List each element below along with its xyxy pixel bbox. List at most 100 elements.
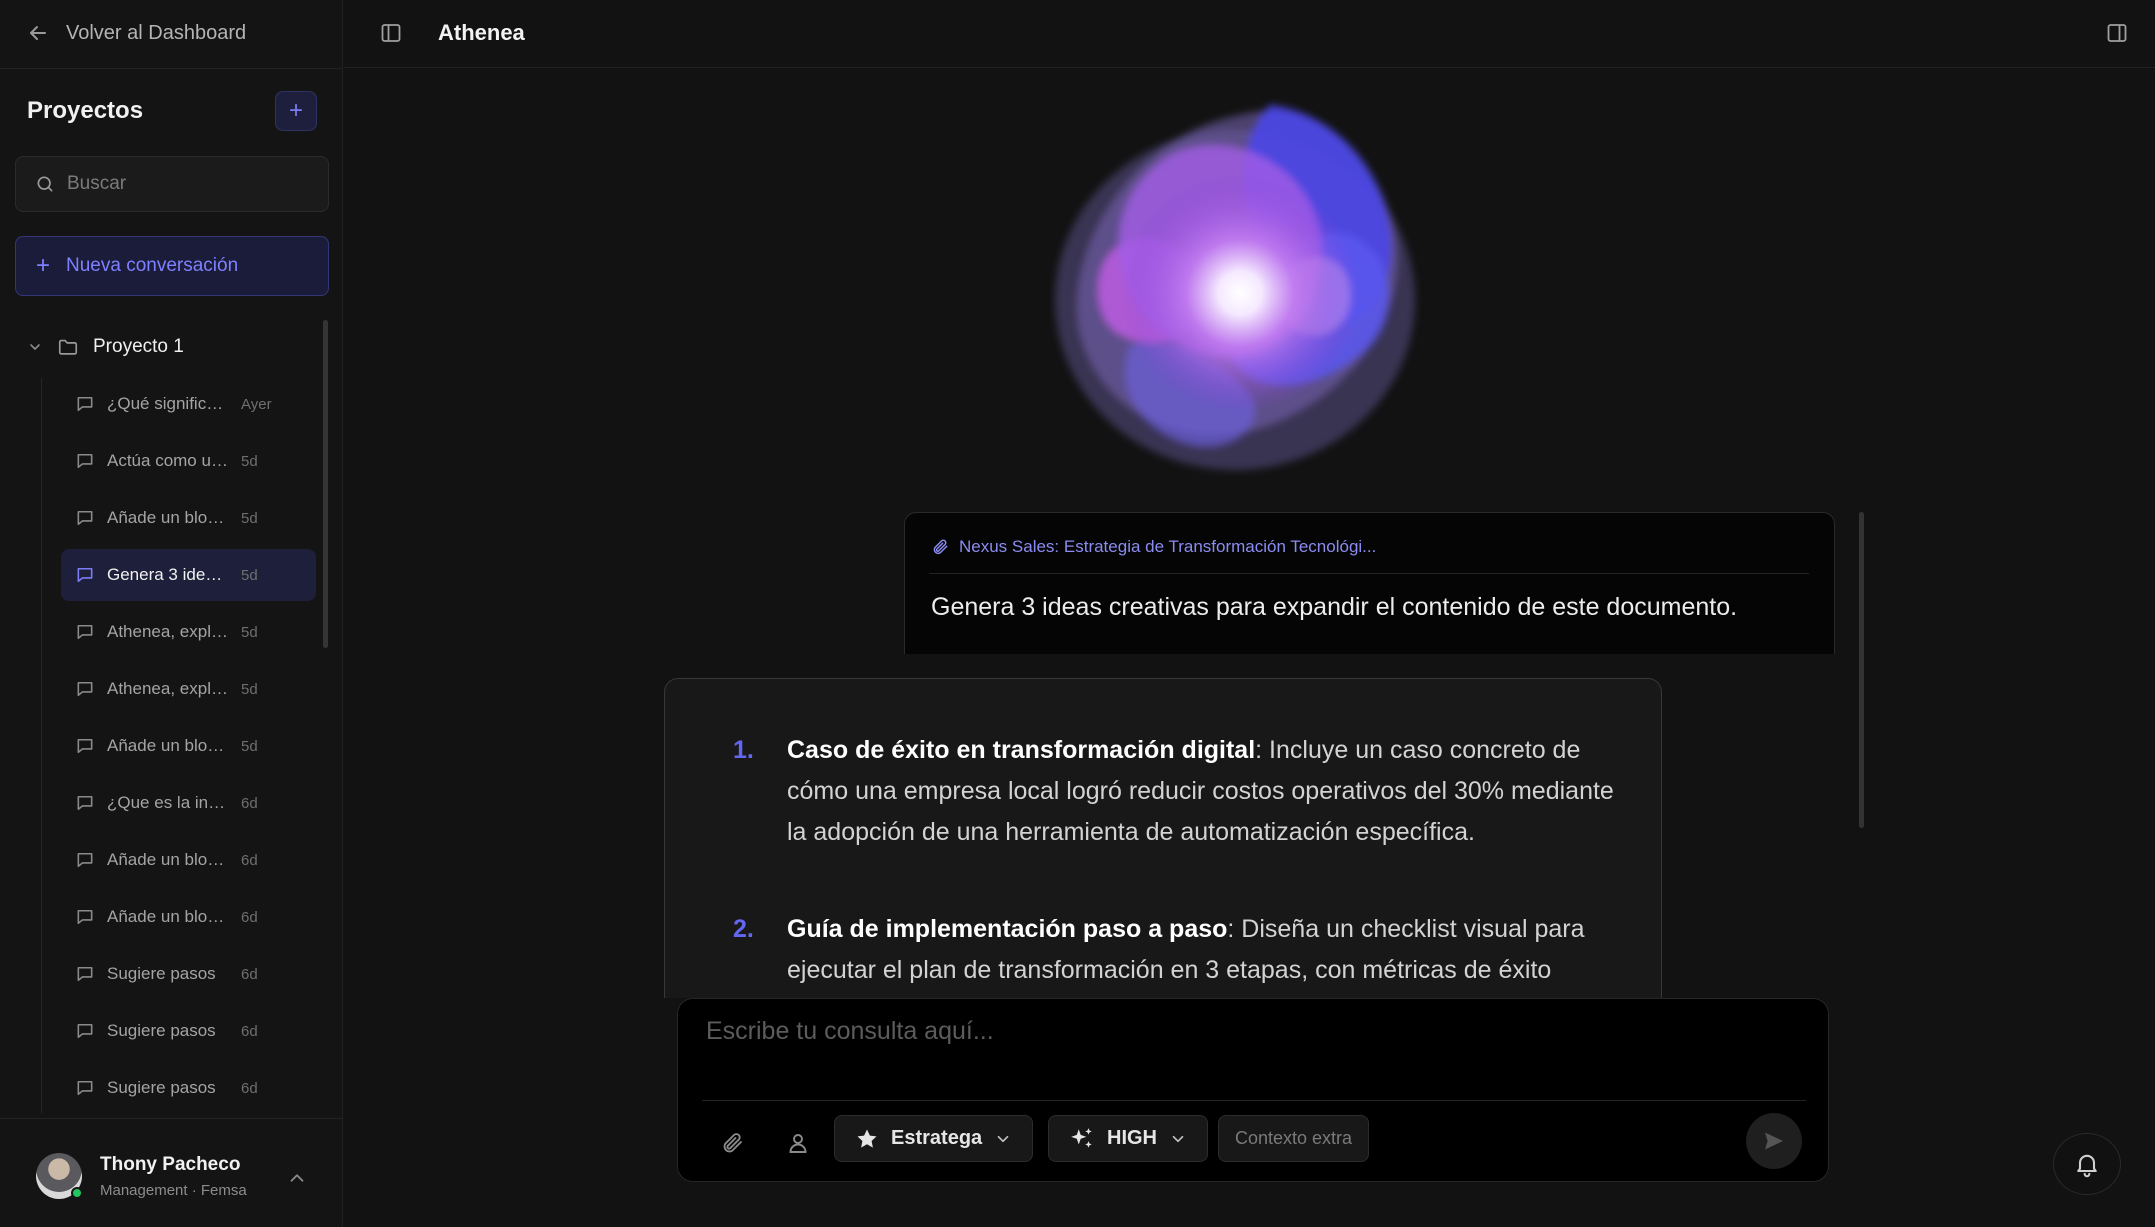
- conversation-title: Sugiere pasos: [107, 1078, 216, 1097]
- conversation-item[interactable]: Sugiere pasos 6d: [61, 1062, 316, 1113]
- divider: [929, 573, 1809, 574]
- chat-bubble-icon: [75, 1021, 95, 1041]
- right-panel-toggle-icon[interactable]: [2105, 21, 2129, 45]
- chat-bubble-icon: [75, 622, 95, 642]
- divider: [702, 1100, 1806, 1101]
- user-icon: [786, 1131, 810, 1155]
- user-message: Nexus Sales: Estrategia de Transformació…: [904, 512, 1835, 654]
- user-name: Thony Pacheco: [100, 1153, 241, 1175]
- star-icon: [855, 1127, 879, 1151]
- user-message-text: Genera 3 ideas creativas para expandir e…: [931, 593, 1738, 621]
- persona-button[interactable]: [778, 1123, 818, 1163]
- conversation-item[interactable]: ¿Que es la innovación 6d: [61, 777, 316, 829]
- chevron-up-icon[interactable]: [286, 1167, 308, 1189]
- conversation-title: Añade un bloque: [107, 736, 229, 755]
- chevron-down-icon: [994, 1130, 1012, 1148]
- conversation-time: 6d: [241, 965, 258, 983]
- conversation-title: Athenea, explica: [107, 679, 229, 698]
- user-profile[interactable]: Thony Pacheco Management · Femsa: [36, 1148, 316, 1204]
- chat-scrollbar[interactable]: [1859, 512, 1864, 828]
- sidebar-scrollbar[interactable]: [323, 320, 328, 648]
- conversation-item[interactable]: Añade un bloque 6d: [61, 834, 316, 886]
- extra-context-button[interactable]: Contexto extra: [1218, 1115, 1370, 1162]
- search-icon: [35, 174, 55, 194]
- conversation-item[interactable]: Añade un bloque 6d: [61, 891, 316, 943]
- conversation-item[interactable]: Athenea, explica 5d: [61, 606, 316, 658]
- back-label: Volver al Dashboard: [66, 21, 247, 44]
- conversation-title: Añade un bloque: [107, 850, 229, 869]
- idea-item: Caso de éxito en transformación digital:…: [787, 730, 1617, 853]
- conversation-title: Sugiere pasos: [107, 1021, 216, 1040]
- back-to-dashboard-link[interactable]: Volver al Dashboard: [26, 20, 246, 46]
- notifications-button[interactable]: [2053, 1133, 2121, 1195]
- chat-bubble-icon: [75, 736, 95, 756]
- level-label: HIGH: [1107, 1127, 1157, 1149]
- send-icon: [1762, 1129, 1786, 1153]
- conversation-title: Actúa como un experto: [107, 451, 229, 470]
- idea-title: Caso de éxito en transformación digital: [787, 736, 1256, 764]
- conversation-title: Añade un bloque: [107, 907, 229, 926]
- level-selector[interactable]: HIGH: [1048, 1115, 1208, 1162]
- sidebar-toggle-icon[interactable]: [379, 21, 403, 45]
- attach-button[interactable]: [712, 1123, 752, 1163]
- chat-bubble-icon: [75, 565, 95, 585]
- chat-bubble-icon: [75, 793, 95, 813]
- conversation-item[interactable]: ¿Qué significa el concepto Ayer: [61, 378, 316, 430]
- page-title: Athenea: [438, 20, 525, 45]
- tree-line: [41, 378, 42, 1113]
- top-header: Athenea: [344, 0, 2155, 68]
- conversation-item[interactable]: Sugiere pasos 6d: [61, 948, 316, 1000]
- folder-icon: [57, 336, 79, 358]
- paperclip-icon: [720, 1131, 744, 1155]
- conversation-title: Añade un bloque: [107, 508, 229, 527]
- message-input[interactable]: [706, 1017, 1796, 1077]
- divider: [0, 1118, 343, 1119]
- conversation-title: Sugiere pasos: [107, 964, 216, 983]
- chat-bubble-icon: [75, 508, 95, 528]
- idea-title: Guía de implementación paso a paso: [787, 915, 1228, 943]
- mode-selector[interactable]: Estratega: [834, 1115, 1034, 1162]
- chat-bubble-icon: [75, 451, 95, 471]
- conversation-item[interactable]: Actúa como un experto 5d: [61, 435, 316, 487]
- search-input[interactable]: [67, 173, 317, 195]
- conversation-item[interactable]: Genera 3 ideas creativas 5d: [61, 549, 316, 601]
- search-box: [15, 156, 329, 212]
- bell-icon: [2073, 1150, 2101, 1178]
- project-name: Proyecto 1: [93, 336, 184, 357]
- new-conversation-button[interactable]: + Nueva conversación: [15, 236, 329, 296]
- attached-document-link[interactable]: Nexus Sales: Estrategia de Transformació…: [931, 537, 1376, 557]
- chat-bubble-icon: [75, 394, 95, 414]
- new-conversation-label: Nueva conversación: [66, 255, 239, 276]
- conversation-title: ¿Qué significa el concepto: [107, 394, 229, 413]
- conversation-item[interactable]: Añade un bloque 5d: [61, 492, 316, 544]
- chevron-down-icon[interactable]: [27, 339, 43, 355]
- conversation-item[interactable]: Athenea, explica 5d: [61, 663, 316, 715]
- sparkles-icon: [1069, 1126, 1095, 1152]
- conversation-time: 5d: [241, 623, 258, 641]
- sidebar: Volver al Dashboard Proyectos + + Nueva …: [0, 0, 343, 1227]
- arrow-left-icon: [26, 21, 50, 45]
- conversation-time: 5d: [241, 737, 258, 755]
- projects-title: Proyectos: [27, 97, 144, 124]
- project-folder-proyecto-1[interactable]: Proyecto 1: [27, 333, 184, 361]
- conversation-time: 5d: [241, 566, 258, 584]
- conversation-title: ¿Que es la innovación: [107, 793, 229, 812]
- user-role: Management · Femsa: [100, 1181, 247, 1199]
- chat-bubble-icon: [75, 679, 95, 699]
- chat-bubble-icon: [75, 1078, 95, 1098]
- conversation-item[interactable]: Sugiere pasos 6d: [61, 1005, 316, 1057]
- conversation-title: Genera 3 ideas creativas: [107, 565, 229, 584]
- conversation-list: ¿Qué significa el concepto Ayer Actúa como…: [0, 378, 343, 1113]
- divider: [0, 68, 343, 69]
- send-button[interactable]: [1746, 1113, 1802, 1169]
- conversation-time: 5d: [241, 509, 258, 527]
- conversation-item[interactable]: Añade un bloque 5d: [61, 720, 316, 772]
- athenea-orb-image: [1050, 95, 1450, 485]
- list-number: 1.: [733, 736, 754, 764]
- idea-item: Guía de implementación paso a paso: Dise…: [787, 909, 1617, 991]
- conversation-time: 6d: [241, 1022, 258, 1040]
- conversation-time: 6d: [241, 1079, 258, 1097]
- paperclip-icon: [931, 538, 949, 556]
- add-project-button[interactable]: +: [275, 91, 317, 131]
- conversation-time: 6d: [241, 908, 258, 926]
